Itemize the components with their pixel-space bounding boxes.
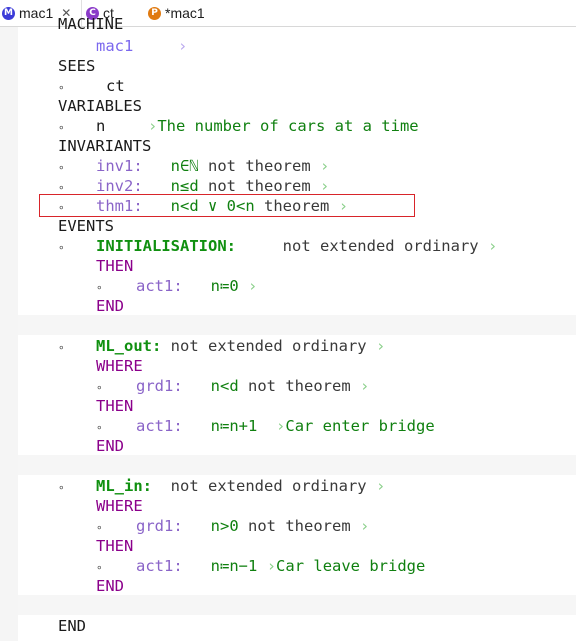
then-keyword: THEN <box>96 537 134 555</box>
variable-comment[interactable]: ›The number of cars at a time <box>148 116 419 136</box>
bullet-icon: ∘ <box>96 421 103 434</box>
end-keyword: END <box>96 437 124 455</box>
proof-icon: P <box>148 6 161 20</box>
machine-end-keyword: END <box>58 617 86 635</box>
bullet-icon: ∘ <box>58 481 65 494</box>
blank-row <box>18 455 576 475</box>
bullet-icon: ∘ <box>96 281 103 294</box>
event-initialisation[interactable]: INITIALISATION: not extended ordinary › <box>96 236 497 256</box>
events-keyword: EVENTS <box>58 217 114 235</box>
highlight-box <box>39 194 415 217</box>
bullet-icon: ∘ <box>58 121 65 134</box>
invariant-inv1[interactable]: inv1: n∈ℕ not theorem › <box>96 156 329 176</box>
bullet-icon: ∘ <box>96 381 103 394</box>
machine-keyword: MACHINE <box>58 18 124 30</box>
bullet-icon: ∘ <box>58 81 65 94</box>
sees-context[interactable]: ct <box>106 76 125 96</box>
then-keyword: THEN <box>96 257 134 275</box>
bullet-icon: ∘ <box>96 521 103 534</box>
bullet-icon: ∘ <box>58 181 65 194</box>
tab-label: mac1 <box>19 5 54 21</box>
blank-row <box>18 595 576 615</box>
where-keyword: WHERE <box>96 357 143 375</box>
event-ml-in[interactable]: ML_in: not extended ordinary › <box>96 476 385 496</box>
chevron-icon: › <box>178 37 188 55</box>
blank-row <box>18 315 576 335</box>
variables-keyword: VARIABLES <box>58 97 142 115</box>
bullet-icon: ∘ <box>58 161 65 174</box>
sees-keyword: SEES <box>58 57 96 75</box>
event-ml-out[interactable]: ML_out: not extended ordinary › <box>96 336 385 356</box>
action-act1[interactable]: act1: n≔n−1 ›Car leave bridge <box>136 556 425 576</box>
guard-grd1[interactable]: grd1: n>0 not theorem › <box>136 516 369 536</box>
variable-n[interactable]: n <box>96 116 105 136</box>
end-keyword: END <box>96 297 124 315</box>
where-keyword: WHERE <box>96 497 143 515</box>
invariant-inv2[interactable]: inv2: n≤d not theorem › <box>96 176 329 196</box>
bullet-icon: ∘ <box>58 341 65 354</box>
guard-grd1[interactable]: grd1: n<d not theorem › <box>136 376 369 396</box>
editor-gutter <box>0 27 18 641</box>
tab-label: *mac1 <box>165 5 205 21</box>
bullet-icon: ∘ <box>96 561 103 574</box>
machine-name[interactable]: mac1 <box>96 36 133 56</box>
tab-mac1-modified[interactable]: P *mac1 <box>148 0 228 26</box>
bullet-icon: ∘ <box>58 241 65 254</box>
invariants-keyword: INVARIANTS <box>58 137 152 155</box>
end-keyword: END <box>96 577 124 595</box>
action-act1[interactable]: act1: n≔0 › <box>136 276 257 296</box>
action-act1[interactable]: act1: n≔n+1 ›Car enter bridge <box>136 416 435 436</box>
then-keyword: THEN <box>96 397 134 415</box>
machine-icon: M <box>2 6 15 20</box>
